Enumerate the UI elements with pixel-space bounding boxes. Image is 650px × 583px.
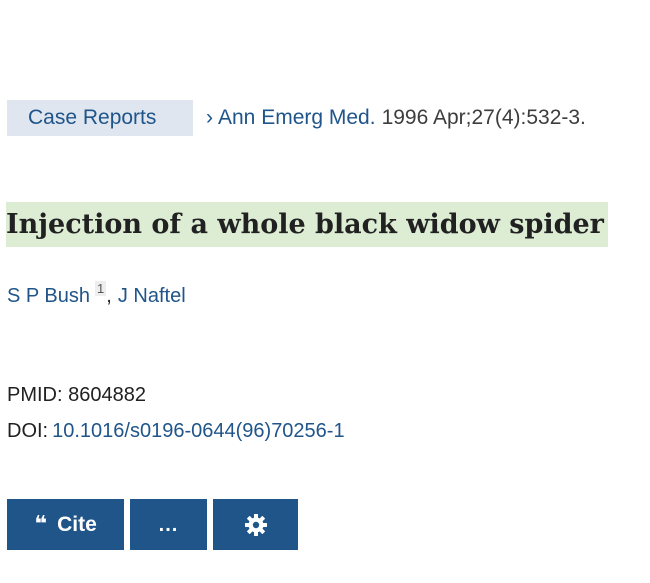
citation-line: › Ann Emerg Med. 1996 Apr;27(4):532-3. xyxy=(206,100,586,136)
publication-type-badge[interactable]: Case Reports xyxy=(7,100,193,136)
doi-label: DOI: xyxy=(7,420,49,442)
chevron-right-icon: › xyxy=(206,106,213,129)
article-title: Injection of a whole black widow spider xyxy=(6,202,608,247)
doi-line: DOI: 10.1016/s0196-0644(96)70256-1 xyxy=(7,416,345,446)
doi-link[interactable]: 10.1016/s0196-0644(96)70256-1 xyxy=(52,420,344,442)
author-link[interactable]: S P Bush xyxy=(7,285,90,307)
author-list: S P Bush 1, J Naftel xyxy=(7,274,186,311)
journal-link[interactable]: Ann Emerg Med. xyxy=(218,106,376,129)
quote-icon: ❝ xyxy=(34,511,48,537)
cite-label: Cite xyxy=(57,512,97,536)
author-separator: , xyxy=(106,285,112,307)
gear-icon xyxy=(244,513,267,536)
more-icon: ... xyxy=(158,513,179,536)
more-actions-button[interactable]: ... xyxy=(130,499,207,550)
pmid-line: PMID: 8604882 xyxy=(7,380,146,410)
display-options-button[interactable] xyxy=(213,499,298,550)
citation-details: 1996 Apr;27(4):532-3. xyxy=(381,106,586,129)
cite-button[interactable]: ❝ Cite xyxy=(7,499,124,550)
author-link[interactable]: J Naftel xyxy=(118,285,186,307)
affiliation-ref[interactable]: 1 xyxy=(95,281,107,296)
pmid-label: PMID: xyxy=(7,384,63,406)
pmid-value: 8604882 xyxy=(68,384,146,406)
